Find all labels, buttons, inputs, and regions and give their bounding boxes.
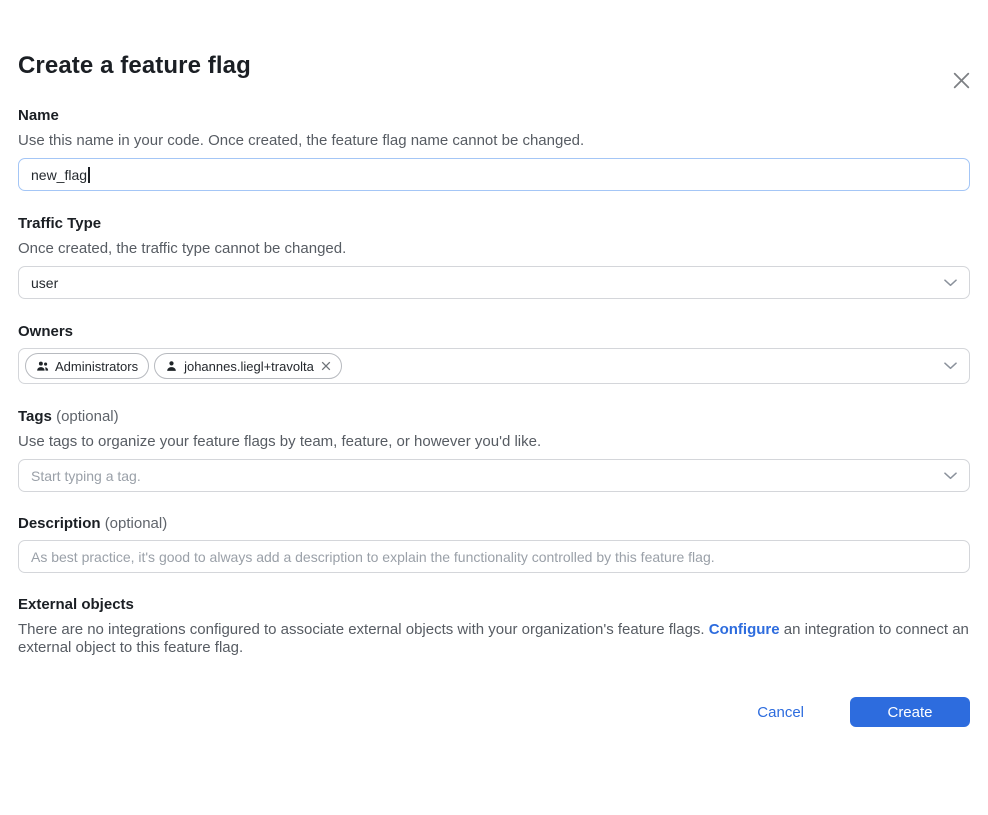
dialog-footer: Cancel Create	[18, 697, 970, 727]
chevron-down-icon	[944, 362, 957, 370]
chevron-down-icon	[944, 472, 957, 480]
configure-link[interactable]: Configure	[709, 621, 780, 638]
external-objects-text-before: There are no integrations configured to …	[18, 621, 709, 638]
owners-section: Owners Administrators	[18, 323, 970, 384]
tags-field[interactable]	[18, 459, 970, 492]
description-optional-text: (optional)	[105, 515, 168, 532]
tags-label-text: Tags	[18, 408, 52, 425]
remove-owner-icon[interactable]	[321, 361, 331, 371]
name-help-text: Use this name in your code. Once created…	[18, 132, 970, 150]
owner-chip-user[interactable]: johannes.liegl+travolta	[154, 353, 342, 379]
text-cursor	[88, 167, 90, 183]
cancel-button[interactable]: Cancel	[757, 704, 804, 721]
create-feature-flag-dialog: Create a feature flag Name Use this name…	[0, 52, 988, 727]
external-objects-label: External objects	[18, 596, 970, 613]
traffic-type-value: user	[31, 275, 58, 291]
owner-chip-label: johannes.liegl+travolta	[184, 359, 314, 374]
owners-field[interactable]: Administrators johannes.liegl+travolta	[18, 348, 970, 384]
tags-input[interactable]	[31, 468, 944, 484]
external-objects-section: External objects There are no integratio…	[18, 596, 970, 657]
owner-chip-administrators[interactable]: Administrators	[25, 353, 149, 379]
traffic-type-label: Traffic Type	[18, 215, 970, 232]
description-label-text: Description	[18, 515, 101, 532]
tags-section: Tags (optional) Use tags to organize you…	[18, 408, 970, 492]
tags-help-text: Use tags to organize your feature flags …	[18, 433, 970, 451]
description-label: Description (optional)	[18, 515, 970, 532]
close-button[interactable]	[949, 68, 973, 92]
close-icon	[951, 70, 972, 91]
external-objects-text: There are no integrations configured to …	[18, 621, 970, 657]
name-section: Name Use this name in your code. Once cr…	[18, 107, 970, 191]
owners-label: Owners	[18, 323, 970, 340]
description-input[interactable]	[18, 540, 970, 573]
group-icon	[36, 360, 49, 373]
name-label: Name	[18, 107, 970, 124]
person-icon	[165, 360, 178, 373]
traffic-type-help-text: Once created, the traffic type cannot be…	[18, 240, 970, 258]
dialog-title: Create a feature flag	[18, 52, 970, 80]
create-button[interactable]: Create	[850, 697, 970, 727]
name-input[interactable]: new_flag	[18, 158, 970, 191]
tags-optional-text: (optional)	[56, 408, 119, 425]
description-section: Description (optional)	[18, 515, 970, 573]
name-input-value: new_flag	[31, 167, 87, 183]
traffic-type-section: Traffic Type Once created, the traffic t…	[18, 215, 970, 299]
tags-label: Tags (optional)	[18, 408, 970, 425]
traffic-type-select[interactable]: user	[18, 266, 970, 299]
owner-chip-label: Administrators	[55, 359, 138, 374]
chevron-down-icon	[944, 279, 957, 287]
